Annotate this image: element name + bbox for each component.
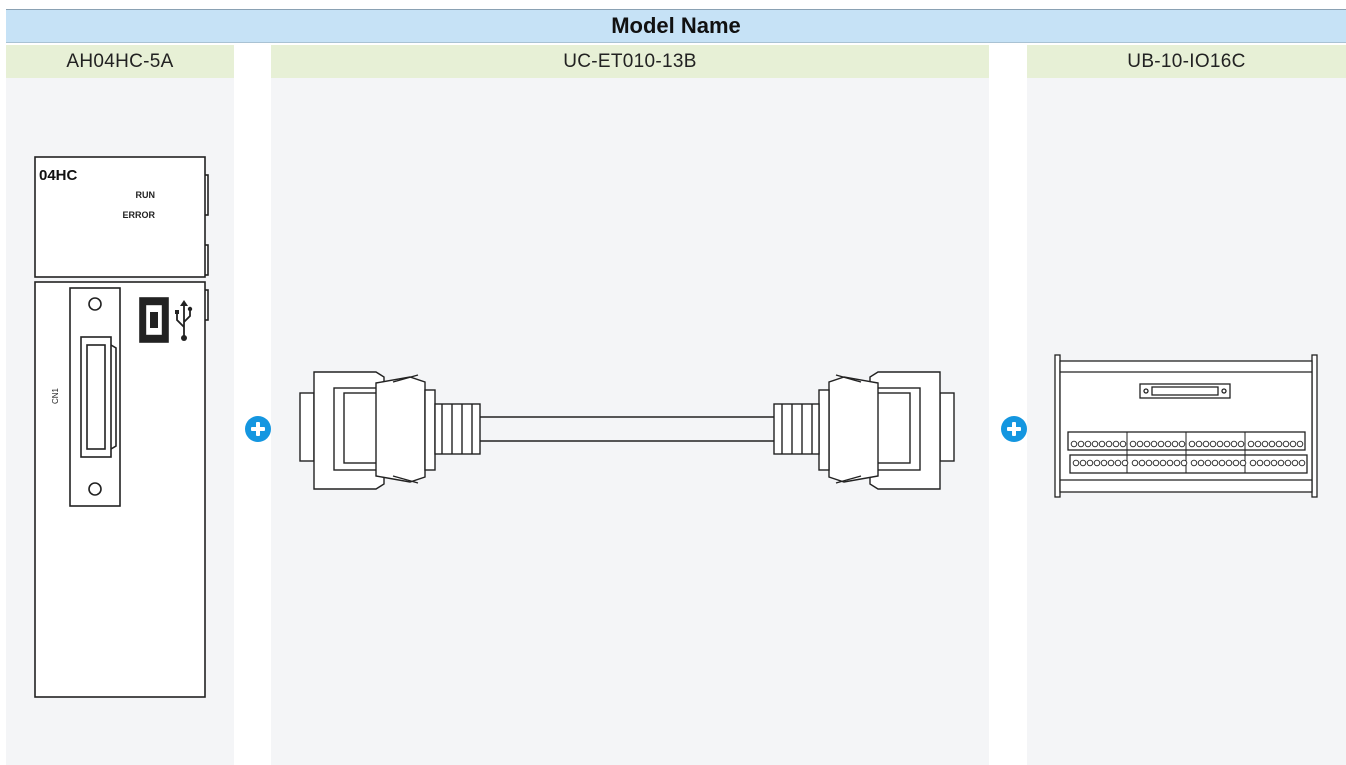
terminal-board-drawing xyxy=(1054,354,1318,498)
